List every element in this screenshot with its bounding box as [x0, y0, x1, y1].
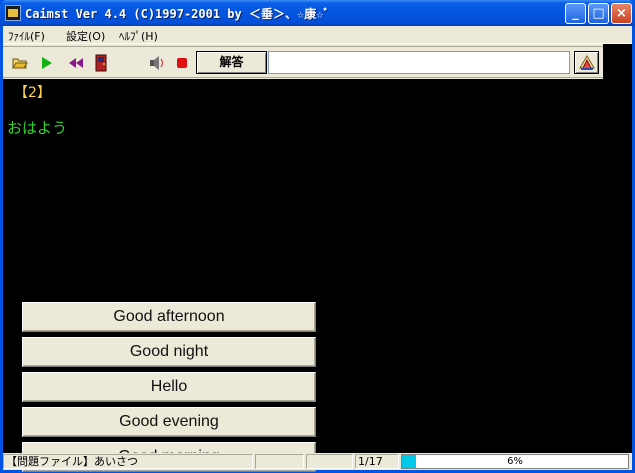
close-button[interactable]: × [611, 3, 632, 24]
side-black-area [603, 44, 632, 453]
play-icon[interactable] [37, 54, 55, 72]
choice-button-2[interactable]: Good night [22, 337, 316, 367]
progress-text: 6% [507, 456, 523, 467]
choice-button-3[interactable]: Hello [22, 372, 316, 402]
progress-bar: 6% [401, 454, 629, 469]
client-area: ﾌｧｲﾙ(F) 設定(O) ﾍﾙﾌﾟ(H) 解答 【2】 おはよう Good a… [3, 26, 632, 472]
answer-input[interactable] [268, 51, 570, 74]
help-book-icon [579, 55, 595, 70]
menu-help[interactable]: ﾍﾙﾌﾟ(H) [119, 28, 158, 44]
window-title: Caimst Ver 4.4 (C)1997-2001 by ＜垂＞、☆康☆ﾞ [25, 7, 330, 21]
choice-button-1[interactable]: Good afternoon [22, 302, 316, 332]
toolbar: 解答 [3, 46, 632, 78]
speaker-icon[interactable] [147, 54, 165, 72]
minimize-button[interactable]: _ [565, 3, 586, 24]
question-text: おはよう [7, 119, 68, 137]
question-display: 【2】 おはよう Good afternoon Good night Hello… [3, 79, 603, 472]
app-window: Caimst Ver 4.4 (C)1997-2001 by ＜垂＞、☆康☆ﾞ … [0, 0, 635, 473]
help-button[interactable] [574, 51, 599, 74]
status-bar: 【問題ファイル】あいさつ 1/17 6% [3, 453, 632, 470]
status-pane-empty-1 [255, 454, 304, 469]
title-bar[interactable]: Caimst Ver 4.4 (C)1997-2001 by ＜垂＞、☆康☆ﾞ … [0, 0, 635, 26]
open-folder-icon[interactable] [11, 54, 29, 72]
menu-settings[interactable]: 設定(O) [66, 28, 105, 44]
rewind-icon[interactable] [67, 54, 85, 72]
choice-button-4[interactable]: Good evening [22, 407, 316, 437]
maximize-button[interactable]: □ [588, 3, 609, 24]
door-exit-icon[interactable] [92, 54, 110, 72]
app-icon[interactable] [5, 5, 21, 21]
status-position: 1/17 [355, 454, 399, 469]
menu-bar: ﾌｧｲﾙ(F) 設定(O) ﾍﾙﾌﾟ(H) [3, 26, 632, 44]
menu-file[interactable]: ﾌｧｲﾙ(F) [8, 28, 45, 44]
record-icon[interactable] [173, 54, 191, 72]
status-problem-file: 【問題ファイル】あいさつ [3, 454, 253, 469]
question-number: 【2】 [14, 85, 51, 101]
status-pane-empty-2 [306, 454, 353, 469]
answer-button[interactable]: 解答 [196, 51, 267, 74]
